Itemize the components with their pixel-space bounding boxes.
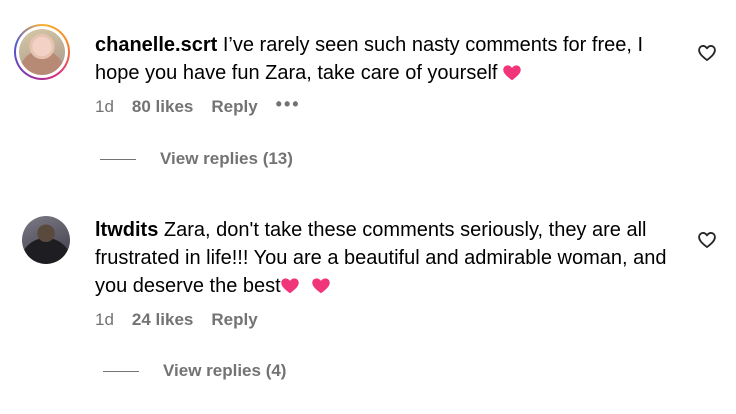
view-replies-button[interactable]: View replies (13) (100, 149, 293, 169)
avatar-photo (19, 29, 65, 75)
view-replies-label[interactable]: View replies (13) (160, 149, 293, 169)
view-replies-label[interactable]: View replies (4) (163, 361, 286, 381)
comment-text: ltwdits Zara, don't take these comments … (95, 216, 675, 300)
comment-body: Zara, don't take these comments seriousl… (95, 219, 667, 297)
divider-line (100, 158, 136, 160)
comment-text: chanelle.scrt I’ve rarely seen such nast… (95, 31, 675, 87)
avatar[interactable] (22, 216, 70, 264)
avatar[interactable] (14, 24, 70, 80)
divider-line (103, 370, 139, 372)
comment-likes[interactable]: 24 likes (132, 310, 193, 330)
comment-item: chanelle.scrt I’ve rarely seen such nast… (0, 0, 736, 200)
comment-likes[interactable]: 80 likes (132, 97, 193, 117)
comment-meta: 1d 80 likes Reply ••• (95, 94, 319, 117)
like-heart-icon[interactable] (697, 230, 717, 250)
view-replies-button[interactable]: View replies (4) (103, 361, 286, 381)
comment-time: 1d (95, 97, 114, 116)
comment-username[interactable]: chanelle.scrt (95, 34, 217, 56)
more-options-icon[interactable]: ••• (276, 94, 301, 115)
avatar-border (16, 26, 68, 78)
comment-time: 1d (95, 310, 114, 329)
comment-meta: 1d 24 likes Reply (95, 310, 276, 330)
heart-emoji-icon (503, 65, 521, 81)
heart-emoji-icon (312, 278, 330, 294)
reply-button[interactable]: Reply (211, 310, 257, 330)
reply-button[interactable]: Reply (211, 97, 257, 117)
comment-username[interactable]: ltwdits (95, 219, 158, 241)
like-heart-icon[interactable] (697, 43, 717, 63)
heart-emoji-icon (280, 278, 299, 294)
comment-item: ltwdits Zara, don't take these comments … (0, 200, 736, 414)
